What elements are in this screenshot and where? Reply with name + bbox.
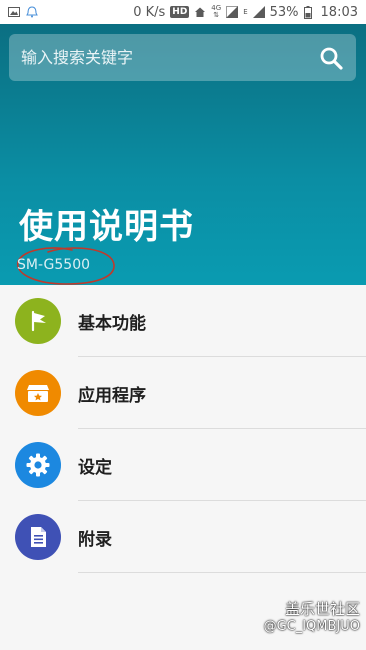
watermark: 盖乐世社区 @GC_IQMBJUO <box>264 600 360 636</box>
divider <box>78 572 366 573</box>
search-input[interactable] <box>21 42 318 73</box>
battery-icon <box>303 6 316 19</box>
network-type-indicator: 4G ⇅ <box>211 5 221 19</box>
data-arrows-icon: ⇅ <box>213 11 220 19</box>
menu-item-label: 设定 <box>78 457 112 478</box>
menu-list: 基本功能 应用程序 设定 附录 <box>0 285 366 573</box>
model-label-area: SM-G5500 <box>14 244 118 288</box>
signal-label: E <box>243 7 248 16</box>
app-notification-icon <box>26 6 38 18</box>
gear-icon <box>15 442 61 488</box>
image-notification-icon <box>8 6 20 18</box>
flag-icon <box>15 298 61 344</box>
signal-icon-2 <box>252 6 265 18</box>
hd-badge: HD <box>170 6 190 18</box>
search-icon[interactable] <box>318 45 344 71</box>
watermark-handle: @GC_IQMBJUO <box>263 619 360 634</box>
battery-percent: 53% <box>269 4 299 20</box>
header: 使用说明书 SM-G5500 <box>0 24 366 285</box>
box-icon <box>15 370 61 416</box>
model-number: SM-G5500 <box>17 257 91 273</box>
clock: 18:03 <box>320 4 358 20</box>
menu-item-label: 应用程序 <box>78 385 146 406</box>
watermark-community: 盖乐世社区 <box>284 600 360 618</box>
menu-item-applications[interactable]: 应用程序 <box>0 357 366 429</box>
screen: 0 K/s HD 4G ⇅ E 53% 18:03 输入搜索关键字 使用说明书 … <box>0 0 366 650</box>
secondary-network-indicator: E <box>243 7 248 16</box>
network-speed: 0 K/s <box>133 4 166 20</box>
menu-item-label: 基本功能 <box>78 313 146 334</box>
page-title: 使用说明书 <box>19 207 194 247</box>
menu-item-basic-functions[interactable]: 基本功能 <box>0 285 366 357</box>
signal-icon-1 <box>226 6 239 18</box>
status-bar: 0 K/s HD 4G ⇅ E 53% 18:03 <box>0 0 366 24</box>
document-icon <box>15 514 61 560</box>
status-bar-left <box>8 6 133 18</box>
status-bar-right: 0 K/s HD 4G ⇅ E 53% 18:03 <box>133 5 358 20</box>
menu-item-label: 附录 <box>78 529 112 550</box>
home-icon <box>194 6 206 18</box>
menu-item-settings[interactable]: 设定 <box>0 429 366 501</box>
search-bar[interactable] <box>9 34 356 81</box>
menu-item-appendix[interactable]: 附录 <box>0 501 366 573</box>
